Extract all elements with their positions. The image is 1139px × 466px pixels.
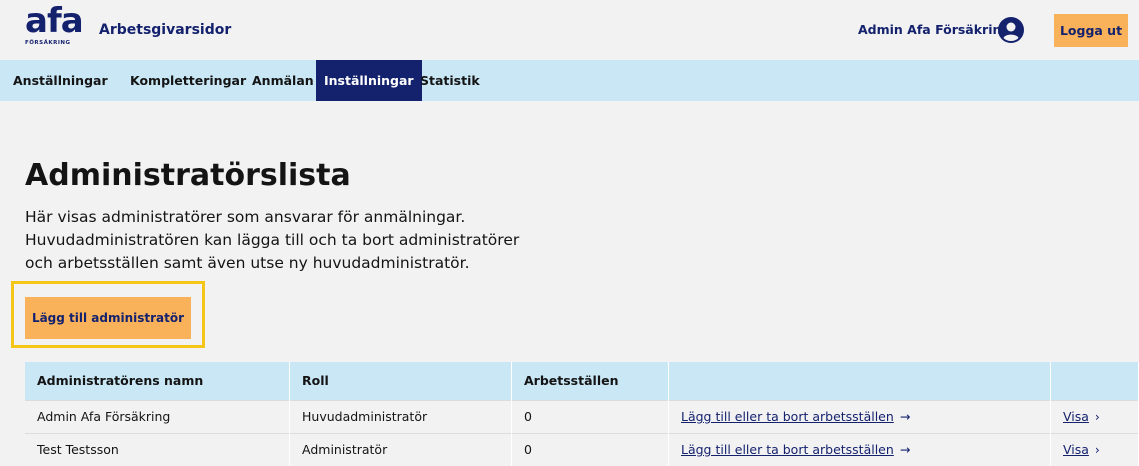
logo-wordmark: afa xyxy=(25,1,84,41)
site-title[interactable]: Arbetsgivarsidor xyxy=(99,20,231,40)
chevron-right-icon: › xyxy=(1094,442,1100,457)
view-link[interactable]: Visa xyxy=(1063,409,1089,424)
afa-logo[interactable]: afa FÖRSÄKRING xyxy=(25,2,84,52)
cell-role: Administratör xyxy=(289,433,512,466)
logout-button[interactable]: Logga ut xyxy=(1054,14,1128,47)
column-header-role[interactable]: Roll xyxy=(289,362,512,401)
user-name[interactable]: Admin Afa Försäkring xyxy=(858,21,1010,39)
administrators-table: Administratörens namn Roll Arbetsställen… xyxy=(25,362,1139,466)
edit-workplaces-link[interactable]: Lägg till eller ta bort arbetsställen xyxy=(681,442,894,457)
logo-subtitle: FÖRSÄKRING xyxy=(25,40,71,46)
table-header-row: Administratörens namn Roll Arbetsställen xyxy=(25,362,1139,401)
user-avatar-icon[interactable] xyxy=(997,16,1025,44)
nav-item-anstallningar[interactable]: Anställningar xyxy=(13,60,108,101)
cell-actions: Lägg till eller ta bort arbetsställen → xyxy=(668,433,1051,466)
site-header: afa FÖRSÄKRING Arbetsgivarsidor Admin Af… xyxy=(0,0,1139,60)
column-header-name[interactable]: Administratörens namn xyxy=(25,362,290,401)
intro-line: Här visas administratörer som ansvarar f… xyxy=(25,208,466,226)
cell-view: Visa › xyxy=(1050,400,1139,434)
cell-name: Admin Afa Försäkring xyxy=(25,400,290,434)
column-header-actions xyxy=(668,362,1051,401)
column-header-view xyxy=(1050,362,1139,401)
cell-view: Visa › xyxy=(1050,433,1139,466)
nav-item-kompletteringar[interactable]: Kompletteringar xyxy=(130,60,246,101)
add-administrator-button[interactable]: Lägg till administratör xyxy=(25,297,191,339)
column-header-workplaces[interactable]: Arbetsställen xyxy=(511,362,669,401)
nav-item-statistik[interactable]: Statistik xyxy=(420,60,480,101)
chevron-right-icon: › xyxy=(1094,409,1100,424)
intro-line: och arbetsställen samt även utse ny huvu… xyxy=(25,254,470,272)
intro-text: Här visas administratörer som ansvarar f… xyxy=(25,206,585,275)
page-title: Administratörslista xyxy=(25,158,351,193)
cell-role: Huvudadministratör xyxy=(289,400,512,434)
cell-name: Test Testsson xyxy=(25,433,290,466)
nav-item-anmalan[interactable]: Anmälan xyxy=(252,60,314,101)
nav-item-installningar[interactable]: Inställningar xyxy=(316,60,422,101)
edit-workplaces-link[interactable]: Lägg till eller ta bort arbetsställen xyxy=(681,409,894,424)
main-nav: Anställningar Kompletteringar Anmälan In… xyxy=(0,60,1139,101)
arrow-right-icon: → xyxy=(899,442,911,457)
arrow-right-icon: → xyxy=(899,409,911,424)
intro-line: Huvudadministratören kan lägga till och … xyxy=(25,231,520,249)
cell-workplaces: 0 xyxy=(511,400,669,434)
view-link[interactable]: Visa xyxy=(1063,442,1089,457)
cell-workplaces: 0 xyxy=(511,433,669,466)
cell-actions: Lägg till eller ta bort arbetsställen → xyxy=(668,400,1051,434)
table-row: Test Testsson Administratör 0 Lägg till … xyxy=(25,433,1139,466)
table-row: Admin Afa Försäkring Huvudadministratör … xyxy=(25,400,1139,434)
